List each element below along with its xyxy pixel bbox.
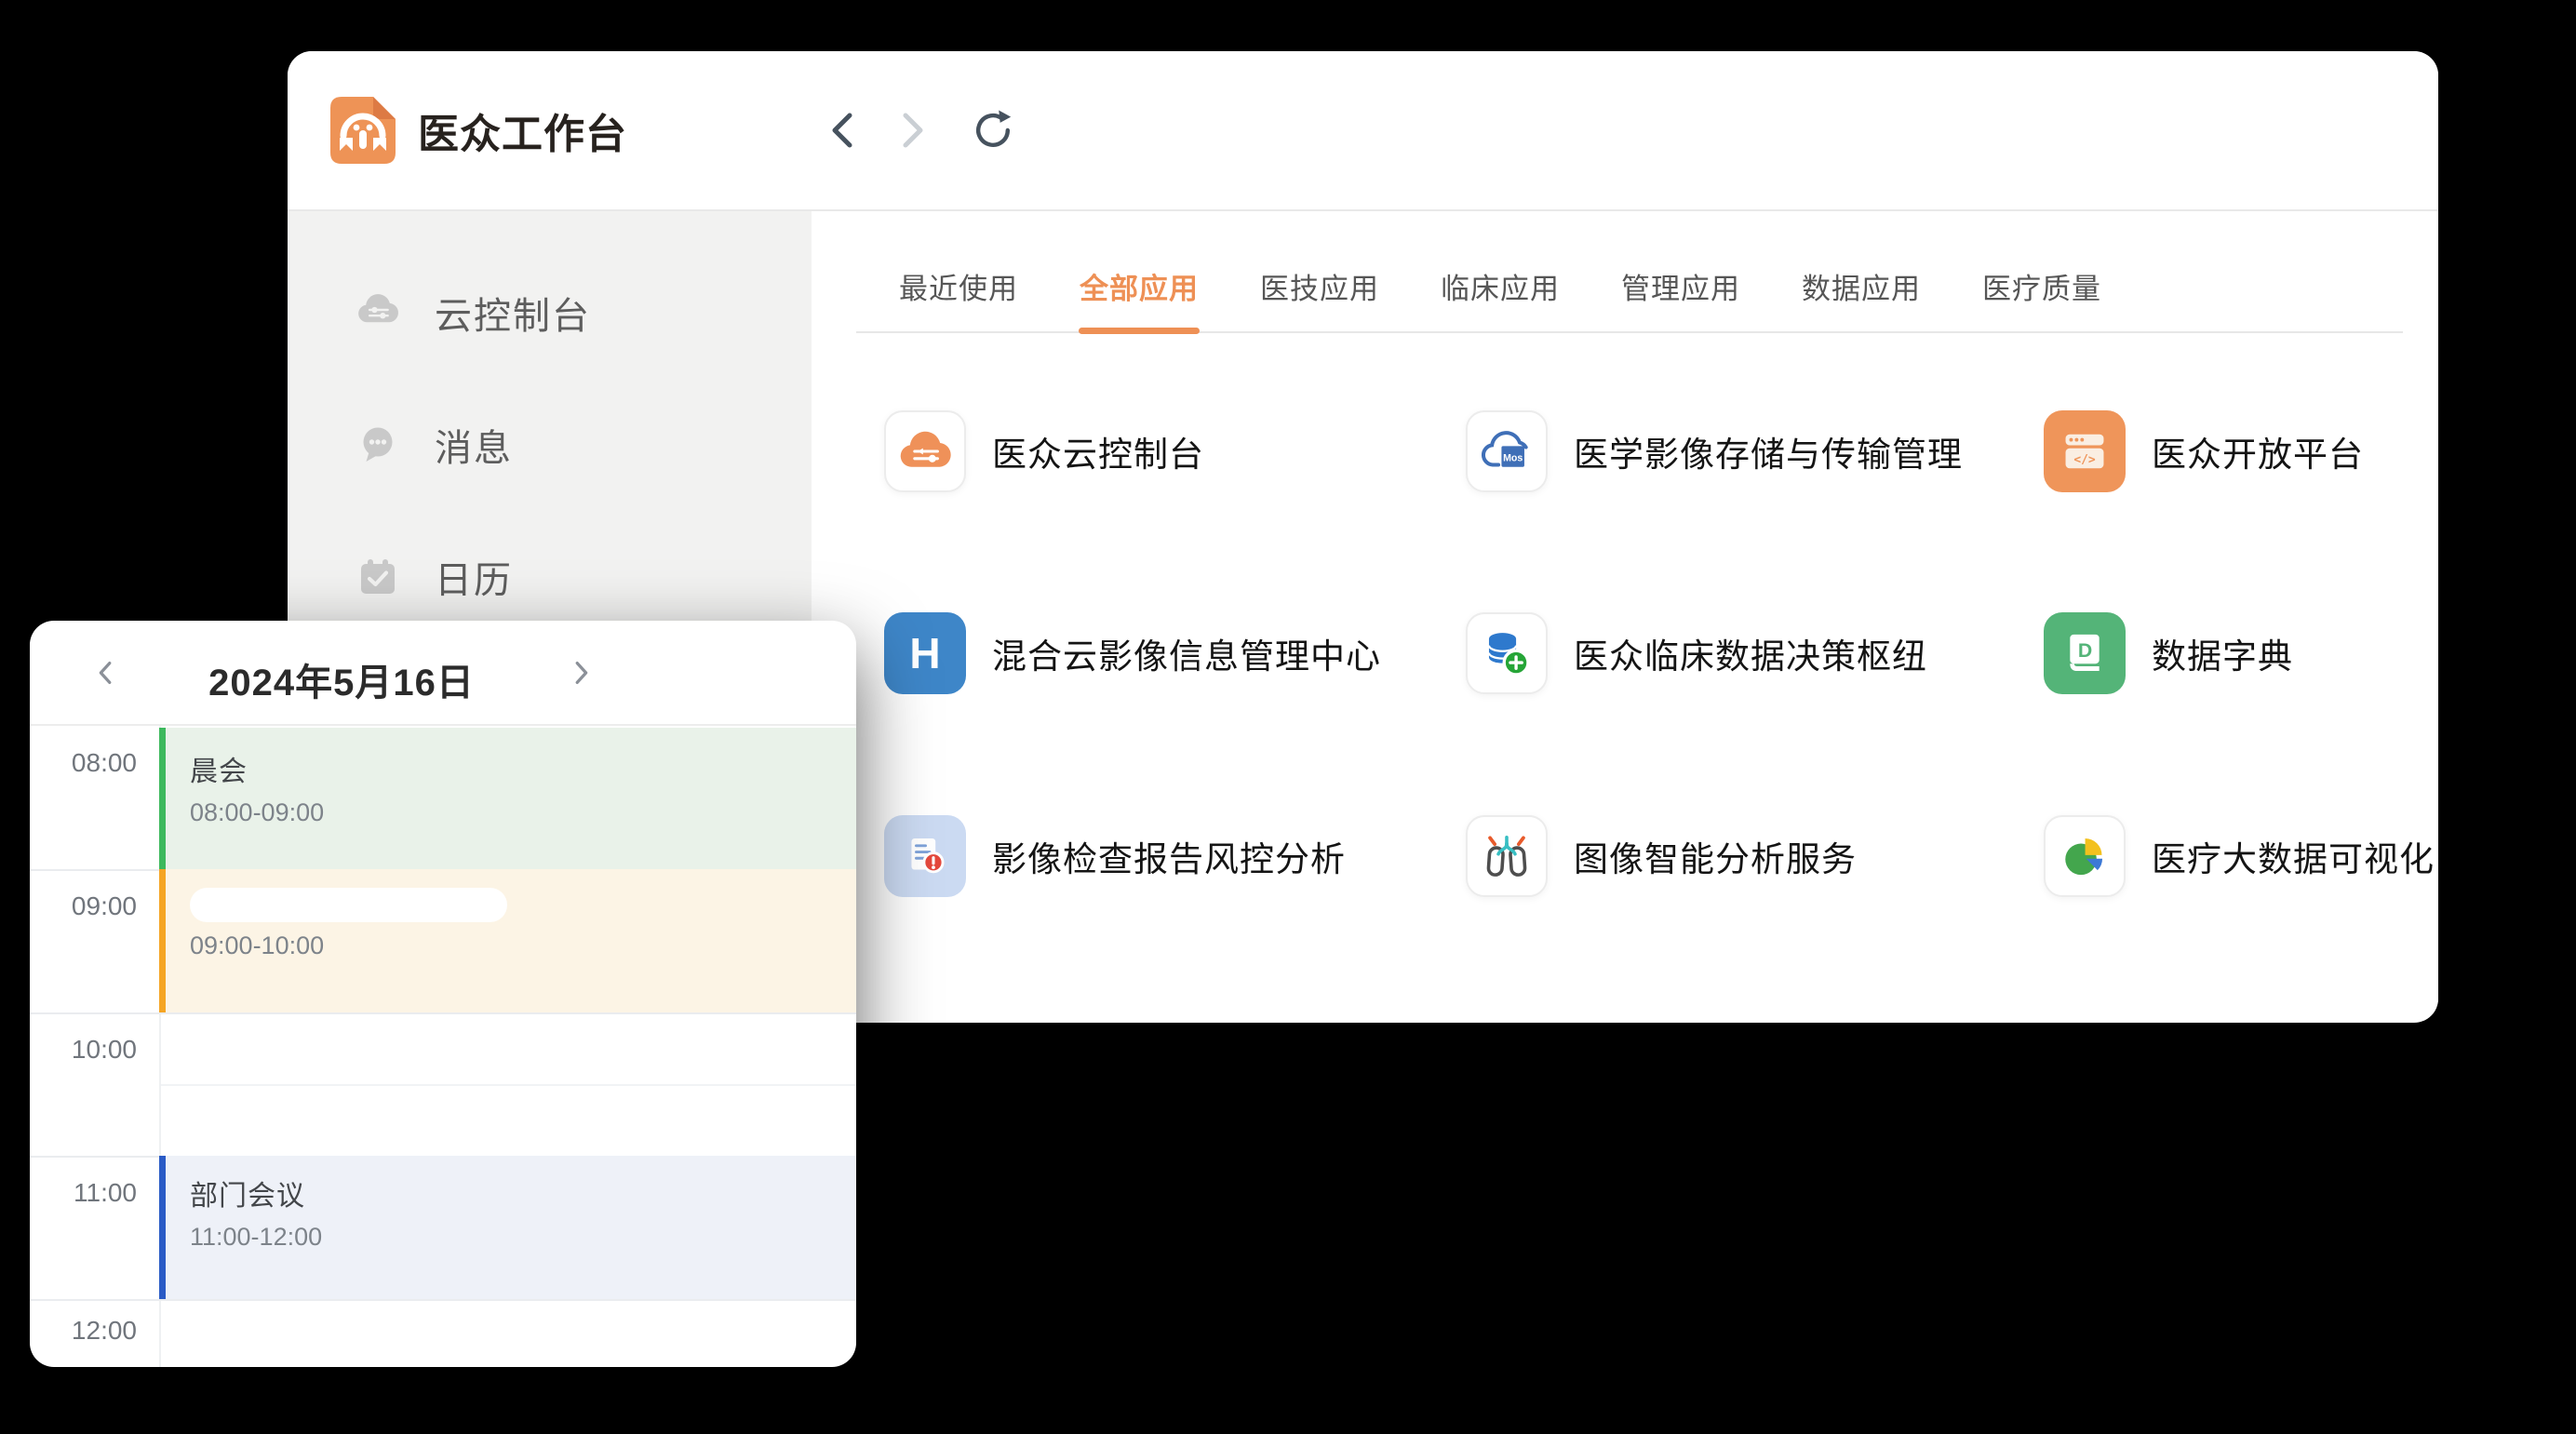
stage: 医众工作台: [0, 0, 2576, 1434]
forward-button chevron-right-icon[interactable]: [888, 107, 934, 154]
app-label: 医众云控制台: [992, 426, 1204, 476]
app-label: 图像智能分析服务: [1574, 831, 1857, 881]
calendar-prev-button chevron-left-icon[interactable]: [86, 652, 127, 693]
sidebar-item-cloud-console[interactable]: 云控制台: [288, 286, 812, 340]
time-label: 08:00: [30, 748, 137, 778]
app-image-storage-transfer[interactable]: Mos 医学影像存储与传输管理: [1466, 410, 1963, 492]
app-report-risk-analysis[interactable]: 影像检查报告风控分析: [884, 815, 1346, 897]
message-bubble-icon: [356, 423, 399, 466]
event-morning-meeting[interactable]: 晨会 08:00-09:00: [159, 728, 856, 869]
svg-text:Mos: Mos: [1503, 453, 1523, 464]
sidebar-item-label: 云控制台: [435, 286, 591, 340]
time-label: 11:00: [30, 1178, 137, 1208]
lungs-icon: [1466, 815, 1548, 897]
sidebar-item-label: 消息: [435, 418, 513, 472]
app-cloud-console[interactable]: 医众云控制台: [884, 410, 1204, 492]
event-title: 晨会: [190, 748, 856, 789]
sidebar-item-messages[interactable]: 消息: [288, 418, 812, 472]
app-data-dictionary[interactable]: D 数据字典: [2044, 612, 2293, 694]
app-clinical-data-hub[interactable]: 医众临床数据决策枢纽: [1466, 612, 1927, 694]
app-label: 医众临床数据决策枢纽: [1574, 628, 1927, 678]
calendar-day-grid: 08:00 09:00 10:00 11:00 12:00 晨会 08:00-0…: [30, 726, 856, 1367]
sidebar-item-label: 日历: [435, 550, 513, 604]
calendar-header: 2024年5月16日: [30, 621, 856, 726]
event-department-meeting[interactable]: 部门会议 11:00-12:00: [159, 1156, 856, 1299]
app-big-data-visualization[interactable]: 医疗大数据可视化: [2044, 815, 2435, 897]
dictionary-book-icon: D: [2044, 612, 2126, 694]
calendar-panel: 2024年5月16日 08:00 09:00 10:00 11:00 12:00…: [30, 621, 856, 1367]
app-logo-icon: [330, 97, 396, 164]
app-label: 医学影像存储与传输管理: [1574, 426, 1963, 476]
report-alert-icon: [884, 815, 966, 897]
tile-letter: H: [909, 628, 940, 678]
hour-line: [30, 1299, 856, 1301]
app-hybrid-cloud-imaging[interactable]: H 混合云影像信息管理中心: [884, 612, 1381, 694]
app-label: 医众开放平台: [2152, 426, 2364, 476]
time-label: 09:00: [30, 891, 137, 921]
cloud-sliders-icon: [884, 410, 966, 492]
app-grid: 医众云控制台 Mos 医学影像存储与传输管理: [812, 211, 2438, 1021]
sidebar-item-calendar[interactable]: 日历: [288, 550, 812, 604]
refresh-button refresh-icon[interactable]: [970, 107, 1016, 154]
calendar-check-icon: [356, 556, 399, 598]
app-label: 数据字典: [2152, 628, 2293, 678]
back-button chevron-left-icon[interactable]: [821, 107, 867, 154]
calendar-date: 2024年5月16日: [160, 652, 523, 706]
database-plus-icon: [1466, 612, 1548, 694]
event-time: 08:00-09:00: [190, 798, 856, 827]
redacted-event-title: [190, 888, 507, 922]
svg-text:D: D: [2078, 639, 2092, 662]
time-label: 12:00: [30, 1316, 137, 1346]
app-label: 医疗大数据可视化: [2152, 831, 2435, 881]
code-window-icon: </>: [2044, 410, 2126, 492]
mos-cloud-icon: Mos: [1466, 410, 1548, 492]
app-label: 影像检查报告风控分析: [992, 831, 1346, 881]
half-hour-line: [161, 1084, 856, 1086]
time-label: 10:00: [30, 1035, 137, 1065]
nav-controls: [821, 107, 1016, 154]
event-title: 部门会议: [190, 1173, 856, 1213]
app-image-ai-analysis[interactable]: 图像智能分析服务: [1466, 815, 1857, 897]
window-title: 医众工作台: [418, 101, 627, 160]
content-area: 最近使用 全部应用 医技应用 临床应用 管理应用 数据应用 医疗质量: [812, 211, 2438, 1021]
svg-text:</>: </>: [2073, 453, 2096, 467]
event-time: 11:00-12:00: [190, 1223, 856, 1252]
pie-chart-icon: [2044, 815, 2126, 897]
app-open-platform[interactable]: </> 医众开放平台: [2044, 410, 2364, 492]
calendar-next-button chevron-right-icon[interactable]: [560, 652, 601, 693]
event-time: 09:00-10:00: [190, 931, 856, 960]
letter-h-icon: H: [884, 612, 966, 694]
event-redacted[interactable]: 09:00-10:00: [159, 869, 856, 1012]
hour-line: [30, 1012, 856, 1014]
app-label: 混合云影像信息管理中心: [992, 628, 1381, 678]
window-header: 医众工作台: [288, 51, 2438, 211]
cloud-sliders-icon: [356, 291, 399, 334]
